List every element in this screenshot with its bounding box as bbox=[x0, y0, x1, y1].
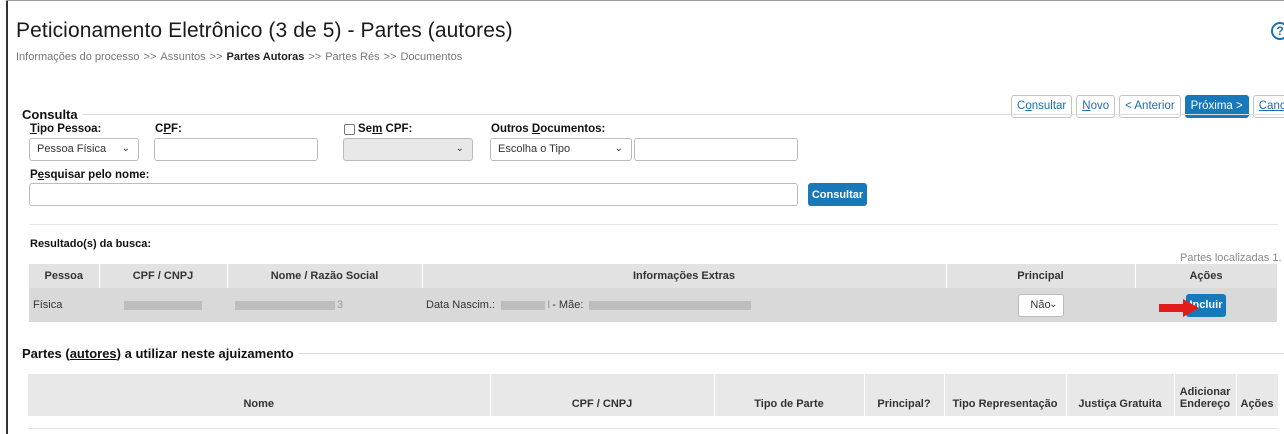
partes-title: Partes (autores) a utilizar neste ajuiza… bbox=[22, 346, 298, 361]
cell-nome: 3 bbox=[227, 288, 422, 322]
outros-documentos-select[interactable]: Escolha o Tipo ⌄ bbox=[490, 138, 632, 161]
tipo-pessoa-label: Tipo Pessoa: bbox=[30, 123, 102, 135]
outros-documentos-label: Outros Documentos: bbox=[491, 123, 606, 135]
results-count: Partes localizadas 1. bbox=[1180, 252, 1282, 264]
cell-cpf-redacted bbox=[99, 288, 227, 322]
page-title: Peticionamento Eletrônico (3 de 5) - Par… bbox=[16, 19, 513, 42]
breadcrumb-item-informacoes: Informações do processo bbox=[16, 51, 140, 63]
column-header-justica-gratuita: Justiça Gratuita bbox=[1066, 374, 1175, 416]
column-header-principal: Principal bbox=[946, 264, 1136, 288]
chevron-down-icon: ⌄ bbox=[121, 143, 130, 154]
consultar-button[interactable]: Consultar bbox=[808, 183, 867, 206]
partes-table-bottom bbox=[28, 428, 1278, 429]
breadcrumb-item-partes-res: Partes Rés bbox=[325, 51, 380, 63]
redacted-mae bbox=[589, 300, 752, 310]
breadcrumb-item-assuntos: Assuntos bbox=[160, 51, 206, 63]
column-header-informacoes-extras: Informações Extras bbox=[422, 264, 947, 288]
breadcrumb-separator: >> bbox=[143, 51, 157, 63]
column-header-adicionar-endereco: Adicionar Endereço bbox=[1174, 374, 1237, 416]
consulta-divider bbox=[20, 114, 1284, 115]
pesquisar-nome-input[interactable] bbox=[29, 183, 798, 206]
column-header-principal: Principal? bbox=[864, 374, 945, 416]
mae-prefix: I bbox=[547, 299, 551, 311]
help-icon[interactable]: ? bbox=[1271, 22, 1284, 40]
principal-select[interactable]: Não ⌄ bbox=[1017, 293, 1064, 317]
cell-informacoes-extras: Data Nascim.: I- Mãe: bbox=[422, 288, 946, 322]
column-header-tipo-representacao: Tipo Representação bbox=[944, 374, 1067, 416]
consulta-title: Consulta bbox=[22, 107, 82, 122]
cell-acoes: Incluir bbox=[1135, 288, 1277, 322]
sem-cpf-label: Sem CPF: bbox=[358, 123, 413, 135]
redacted-nascimento bbox=[501, 300, 546, 310]
partes-table: Nome CPF / CNPJ Tipo de Parte Principal?… bbox=[28, 374, 1279, 416]
partes-header-row: Nome CPF / CNPJ Tipo de Parte Principal?… bbox=[28, 374, 1279, 416]
breadcrumb-separator: >> bbox=[209, 51, 223, 63]
mae-label: - Mãe: bbox=[552, 299, 584, 311]
column-header-cpf-cnpj: CPF / CNPJ bbox=[99, 264, 228, 288]
pesquisar-nome-label: Pesquisar pelo nome: bbox=[30, 169, 150, 181]
cell-principal: Não ⌄ bbox=[946, 288, 1135, 322]
column-header-pessoa: Pessoa bbox=[29, 264, 100, 288]
results-divider bbox=[30, 224, 1278, 225]
column-header-cpf-cnpj: CPF / CNPJ bbox=[490, 374, 715, 416]
chevron-down-icon: ⌄ bbox=[455, 143, 464, 154]
cpf-input[interactable] bbox=[154, 138, 318, 161]
results-title: Resultado(s) da busca: bbox=[30, 238, 152, 250]
chevron-down-icon: ⌄ bbox=[614, 143, 623, 154]
redacted-nome bbox=[235, 300, 335, 310]
data-nascimento-label: Data Nascim.: bbox=[426, 299, 496, 311]
tipo-pessoa-select[interactable]: Pessoa Física ⌄ bbox=[29, 138, 139, 161]
cpf-label: CPF: bbox=[155, 123, 182, 135]
window-frame-left bbox=[6, 0, 8, 434]
sem-cpf-select[interactable]: ⌄ bbox=[343, 138, 473, 161]
outros-documentos-input[interactable] bbox=[634, 138, 798, 161]
redacted-cpf bbox=[124, 300, 202, 310]
breadcrumb-separator: >> bbox=[308, 51, 322, 63]
column-header-acoes: Ações bbox=[1135, 264, 1278, 288]
results-table: Pessoa CPF / CNPJ Nome / Razão Social In… bbox=[29, 264, 1278, 322]
column-header-tipo-parte: Tipo de Parte bbox=[714, 374, 865, 416]
cell-pessoa: Física bbox=[29, 288, 99, 322]
column-header-nome: Nome / Razão Social bbox=[227, 264, 423, 288]
results-header-row: Pessoa CPF / CNPJ Nome / Razão Social In… bbox=[29, 264, 1278, 288]
nome-tail: 3 bbox=[337, 299, 344, 311]
chevron-down-icon: ⌄ bbox=[1049, 298, 1058, 310]
breadcrumb-item-partes-autoras: Partes Autoras bbox=[226, 51, 305, 63]
red-arrow-icon bbox=[1159, 299, 1199, 317]
table-row: Física 3 Data Nascim.: I- Mãe: Não ⌄ Incl… bbox=[29, 288, 1277, 322]
column-header-acoes: Ações bbox=[1236, 374, 1279, 416]
sem-cpf-checkbox[interactable] bbox=[344, 124, 355, 135]
breadcrumb-item-documentos: Documentos bbox=[400, 51, 463, 63]
column-header-nome: Nome bbox=[28, 374, 491, 416]
window-frame-top bbox=[6, 0, 1284, 1]
breadcrumb-separator: >> bbox=[383, 51, 397, 63]
breadcrumb: Informações do processo >> Assuntos >> Parte… bbox=[16, 51, 462, 63]
